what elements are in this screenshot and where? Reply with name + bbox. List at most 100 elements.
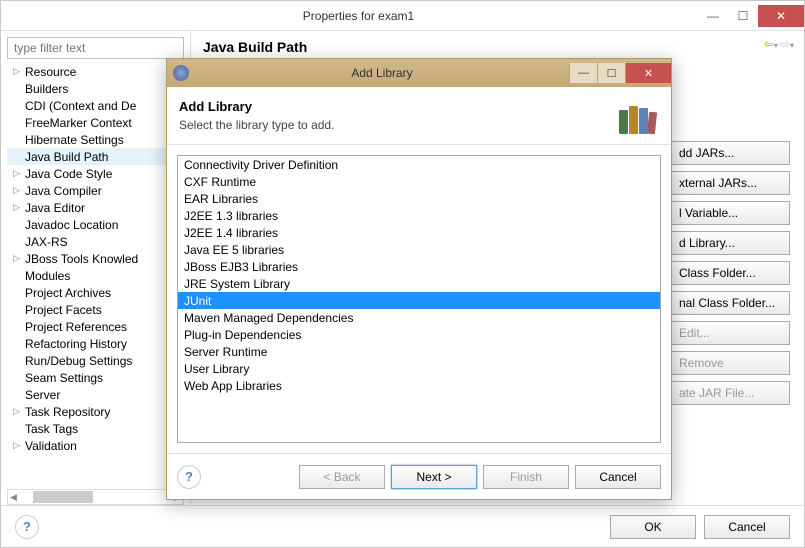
tree-item-label: Project References [25,320,127,334]
tree-item[interactable]: FreeMarker Context [7,114,184,131]
tree-item[interactable]: Javadoc Location [7,216,184,233]
dialog-header-title: Add Library [179,99,615,114]
dialog-cancel-button[interactable]: Cancel [575,465,661,489]
tree-item-label: Run/Debug Settings [25,354,132,368]
dialog-header: Add Library Select the library type to a… [167,87,671,145]
minimize-icon[interactable]: — [698,5,728,27]
list-item[interactable]: Maven Managed Dependencies [178,309,660,326]
dialog-close-icon[interactable]: ✕ [625,63,671,83]
tree-item[interactable]: ▷Validation [7,437,184,454]
tree-item-label: Validation [25,439,77,453]
tree-item[interactable]: Hibernate Settings [7,131,184,148]
expand-arrow-icon[interactable]: ▷ [13,406,25,417]
dialog-help-icon[interactable]: ? [177,465,201,489]
action-button[interactable]: d Library... [670,231,790,255]
list-item[interactable]: JUnit [178,292,660,309]
tree-item[interactable]: ▷Java Compiler [7,182,184,199]
list-item[interactable]: User Library [178,360,660,377]
expand-arrow-icon[interactable]: ▷ [13,202,25,213]
tree-item[interactable]: Java Build Path [7,148,184,165]
window-title: Properties for exam1 [19,9,698,23]
tree-item[interactable]: CDI (Context and De [7,97,184,114]
tree-item[interactable]: ▷JBoss Tools Knowled [7,250,184,267]
list-item[interactable]: J2EE 1.3 libraries [178,207,660,224]
tree-item-label: FreeMarker Context [25,116,132,130]
tree-item[interactable]: ▷Task Repository [7,403,184,420]
tree-item-label: JBoss Tools Knowled [25,252,138,266]
list-item[interactable]: JBoss EJB3 Libraries [178,258,660,275]
tree-item-label: Refactoring History [25,337,127,351]
action-button[interactable]: dd JARs... [670,141,790,165]
tree-item-label: Java Compiler [25,184,102,198]
dialog-footer: ? < Back Next > Finish Cancel [167,453,671,499]
dialog-maximize-icon[interactable]: ☐ [597,63,625,83]
tree-item[interactable]: ▷Java Editor [7,199,184,216]
list-item[interactable]: Plug-in Dependencies [178,326,660,343]
expand-arrow-icon[interactable]: ▷ [13,185,25,196]
list-item[interactable]: Connectivity Driver Definition [178,156,660,173]
tree-item-label: Javadoc Location [25,218,118,232]
expand-arrow-icon[interactable]: ▷ [13,440,25,451]
tree-item-label: Seam Settings [25,371,103,385]
close-icon[interactable]: ✕ [758,5,804,27]
list-item[interactable]: J2EE 1.4 libraries [178,224,660,241]
tree-item[interactable]: ▷Java Code Style [7,165,184,182]
tree-item[interactable]: Run/Debug Settings [7,352,184,369]
list-item[interactable]: EAR Libraries [178,190,660,207]
finish-button[interactable]: Finish [483,465,569,489]
tree-item[interactable]: Project Facets [7,301,184,318]
eclipse-icon [173,65,189,81]
expand-arrow-icon[interactable]: ▷ [13,66,25,77]
expand-arrow-icon[interactable]: ▷ [13,168,25,179]
next-button[interactable]: Next > [391,465,477,489]
dialog-titlebar: Add Library — ☐ ✕ [167,59,671,87]
scrollbar-thumb[interactable] [33,491,93,503]
tree-item[interactable]: JAX-RS [7,233,184,250]
list-item[interactable]: Java EE 5 libraries [178,241,660,258]
action-button: Edit... [670,321,790,345]
tree-item-label: Server [25,388,60,402]
filter-input[interactable] [7,37,184,59]
tree-item-label: Builders [25,82,68,96]
add-library-dialog: Add Library — ☐ ✕ Add Library Select the… [166,58,672,500]
dialog-minimize-icon[interactable]: — [569,63,597,83]
library-listbox[interactable]: Connectivity Driver DefinitionCXF Runtim… [177,155,661,443]
dialog-header-subtitle: Select the library type to add. [179,118,615,132]
dialog-title: Add Library [195,66,569,80]
action-button[interactable]: nal Class Folder... [670,291,790,315]
back-button[interactable]: < Back [299,465,385,489]
sidebar: ▷Resource Builders CDI (Context and De Free… [1,31,191,505]
tree-item-label: CDI (Context and De [25,99,136,113]
action-button: Remove [670,351,790,375]
tree-item[interactable]: Task Tags [7,420,184,437]
action-button[interactable]: xternal JARs... [670,171,790,195]
list-item[interactable]: Server Runtime [178,343,660,360]
tree-item-label: Project Facets [25,303,102,317]
tree-item[interactable]: Seam Settings [7,369,184,386]
help-icon[interactable]: ? [15,515,39,539]
list-item[interactable]: Web App Libraries [178,377,660,394]
expand-arrow-icon[interactable]: ▷ [13,253,25,264]
tree-item-label: Modules [25,269,70,283]
ok-button[interactable]: OK [610,515,696,539]
cancel-button[interactable]: Cancel [704,515,790,539]
tree-item[interactable]: Refactoring History [7,335,184,352]
maximize-icon[interactable]: ☐ [728,5,758,27]
tree-item[interactable]: Project Archives [7,284,184,301]
library-icon [615,94,659,138]
list-item[interactable]: CXF Runtime [178,173,660,190]
main-titlebar: Properties for exam1 — ☐ ✕ [1,1,804,31]
nav-forward-icon[interactable]: ⇨▾ [780,37,794,51]
action-button[interactable]: Class Folder... [670,261,790,285]
tree-item[interactable]: Server [7,386,184,403]
action-button[interactable]: l Variable... [670,201,790,225]
tree-item[interactable]: Builders [7,80,184,97]
tree-item[interactable]: ▷Resource [7,63,184,80]
nav-back-icon[interactable]: ⇦▾ [764,37,778,51]
tree-item[interactable]: Modules [7,267,184,284]
tree-item[interactable]: Project References [7,318,184,335]
page-title: Java Build Path [203,39,796,55]
horizontal-scrollbar[interactable]: ◀ ▶ [7,489,184,505]
list-item[interactable]: JRE System Library [178,275,660,292]
tree-item-label: Task Repository [25,405,110,419]
